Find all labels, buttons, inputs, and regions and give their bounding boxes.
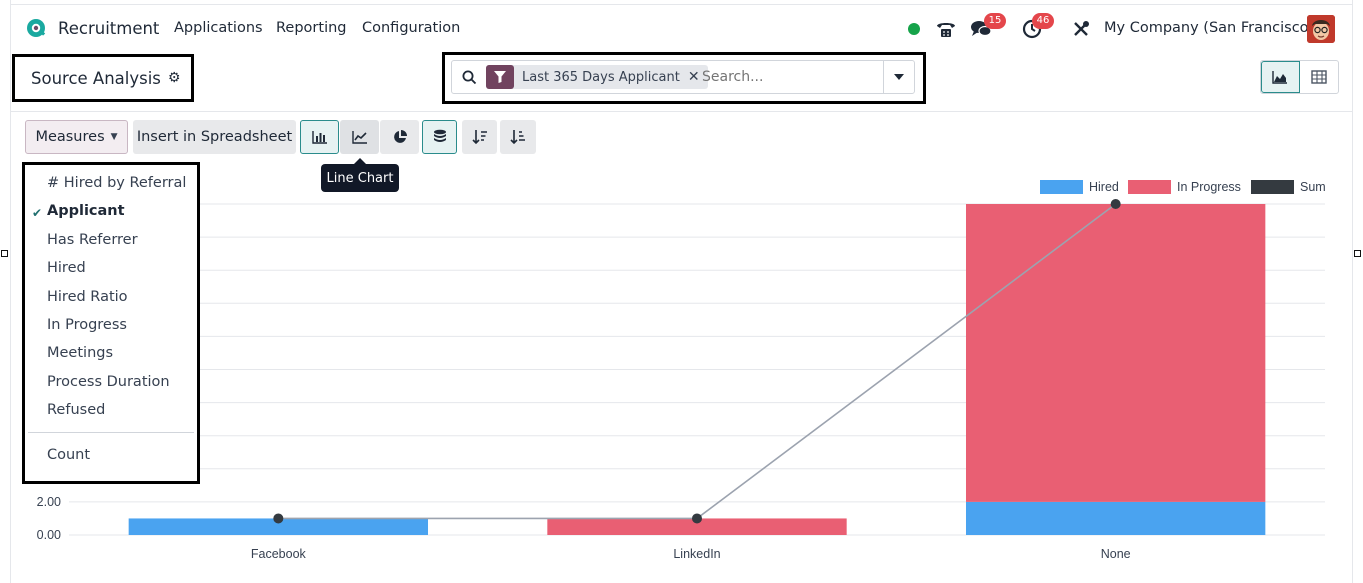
sort-descending-button[interactable]	[462, 120, 497, 154]
phone-icon[interactable]	[934, 19, 958, 39]
measure-item-hired[interactable]: Hired	[47, 260, 86, 276]
legend-label: In Progress	[1177, 180, 1241, 194]
view-switcher	[1260, 60, 1339, 94]
sort-ascending-button[interactable]	[500, 120, 536, 154]
sum-point	[273, 513, 284, 524]
recruitment-logo-icon[interactable]	[25, 17, 47, 39]
measure-item-has-referrer[interactable]: Has Referrer	[47, 232, 138, 248]
y-tick-label: 2.00	[37, 495, 61, 509]
chart-x-axis: Facebook LinkedIn None	[251, 547, 1131, 561]
menu-applications[interactable]: Applications	[174, 20, 263, 36]
sort-descending-icon	[471, 130, 487, 145]
bar-hired-none	[965, 501, 1266, 535]
user-avatar[interactable]	[1307, 15, 1335, 43]
area-chart-icon	[1272, 71, 1288, 84]
legend-label: Sum	[1300, 180, 1326, 194]
resize-handle-left	[1, 250, 8, 257]
menu-configuration[interactable]: Configuration	[362, 20, 460, 36]
measure-item-meetings[interactable]: Meetings	[47, 345, 113, 361]
measure-item-count[interactable]: Count	[47, 447, 90, 463]
insert-spreadsheet-button[interactable]: Insert in Spreadsheet	[133, 120, 296, 154]
page-title: Source Analysis	[31, 68, 161, 88]
search-bar: Last 365 Days Applicant ✕	[451, 60, 915, 94]
graph-view-button[interactable]	[1261, 61, 1300, 93]
measures-label: Measures	[35, 129, 105, 145]
app-name[interactable]: Recruitment	[58, 19, 159, 38]
x-tick-label: Facebook	[251, 547, 307, 561]
top-navbar: Recruitment Applications Reporting Confi…	[11, 4, 1352, 52]
search-panel: Last 365 Days Applicant ✕	[442, 52, 926, 104]
search-input[interactable]	[702, 67, 872, 87]
activity-badge: 46	[1032, 13, 1054, 29]
pivot-view-button[interactable]	[1300, 61, 1338, 93]
line-chart-tooltip: Line Chart	[321, 158, 399, 192]
dropdown-divider	[28, 432, 194, 433]
sort-ascending-icon	[510, 130, 525, 145]
pie-chart-icon	[393, 130, 407, 143]
x-tick-label: LinkedIn	[673, 547, 720, 561]
measures-button[interactable]: Measures ▼	[25, 120, 128, 154]
graph-chart: 0.00 2.00 Facebook LinkedIn None Hired In Pr…	[37, 180, 1326, 561]
bar-chart-button[interactable]	[300, 120, 339, 154]
stacked-button[interactable]	[422, 120, 457, 154]
search-options-toggle[interactable]	[894, 73, 904, 81]
legend-label: Hired	[1089, 180, 1119, 194]
legend-swatch	[1251, 180, 1294, 194]
search-facet: Last 365 Days Applicant ✕	[486, 65, 708, 89]
bar-chart-icon	[311, 131, 327, 144]
measure-item-hired-ratio[interactable]: Hired Ratio	[47, 289, 128, 305]
menu-reporting[interactable]: Reporting	[276, 20, 347, 36]
legend-swatch	[1040, 180, 1083, 194]
facet-label: Last 365 Days Applicant	[522, 69, 680, 85]
control-panel: Source Analysis ⚙ Last 365 Days Applican…	[11, 52, 1352, 112]
company-switcher[interactable]: My Company (San Francisco)	[1104, 20, 1314, 36]
chart-y-axis: 0.00 2.00	[37, 495, 61, 542]
y-tick-label: 0.00	[37, 528, 61, 542]
bar-in-progress-none	[965, 204, 1266, 502]
chat-icon[interactable]: 15	[969, 13, 1006, 39]
debug-tools-icon[interactable]	[1070, 19, 1092, 39]
presence-status-icon[interactable]	[907, 19, 921, 39]
resize-handle-right	[1354, 250, 1361, 257]
x-tick-label: None	[1101, 547, 1131, 561]
check-icon: ✔	[32, 206, 43, 221]
page-title-box: Source Analysis ⚙	[12, 54, 194, 102]
measures-dropdown: # Hired by Referral ✔ Applicant Has Referre…	[22, 162, 200, 484]
filter-icon	[486, 65, 514, 89]
activity-clock-icon[interactable]: 46	[1020, 13, 1054, 39]
gear-icon[interactable]: ⚙	[168, 70, 181, 86]
measure-item-process-duration[interactable]: Process Duration	[47, 374, 170, 390]
database-stack-icon	[433, 129, 446, 142]
chart-legend: Hired In Progress Sum	[1040, 180, 1326, 194]
measure-item-in-progress[interactable]: In Progress	[47, 317, 127, 333]
chat-badge: 15	[984, 13, 1006, 29]
pie-chart-button[interactable]	[380, 120, 419, 154]
search-divider	[883, 61, 884, 93]
line-chart-icon	[351, 131, 367, 144]
sum-point	[692, 513, 702, 524]
measure-item-refused[interactable]: Refused	[47, 402, 105, 418]
legend-swatch	[1128, 180, 1171, 194]
caret-down-icon: ▼	[110, 132, 118, 142]
table-grid-icon	[1311, 70, 1327, 84]
search-icon[interactable]	[462, 70, 477, 85]
measure-item-hired-by-referral[interactable]: # Hired by Referral	[47, 175, 186, 191]
sum-point	[1110, 199, 1121, 209]
measure-item-applicant[interactable]: Applicant	[47, 203, 125, 219]
line-chart-button[interactable]	[340, 120, 379, 154]
